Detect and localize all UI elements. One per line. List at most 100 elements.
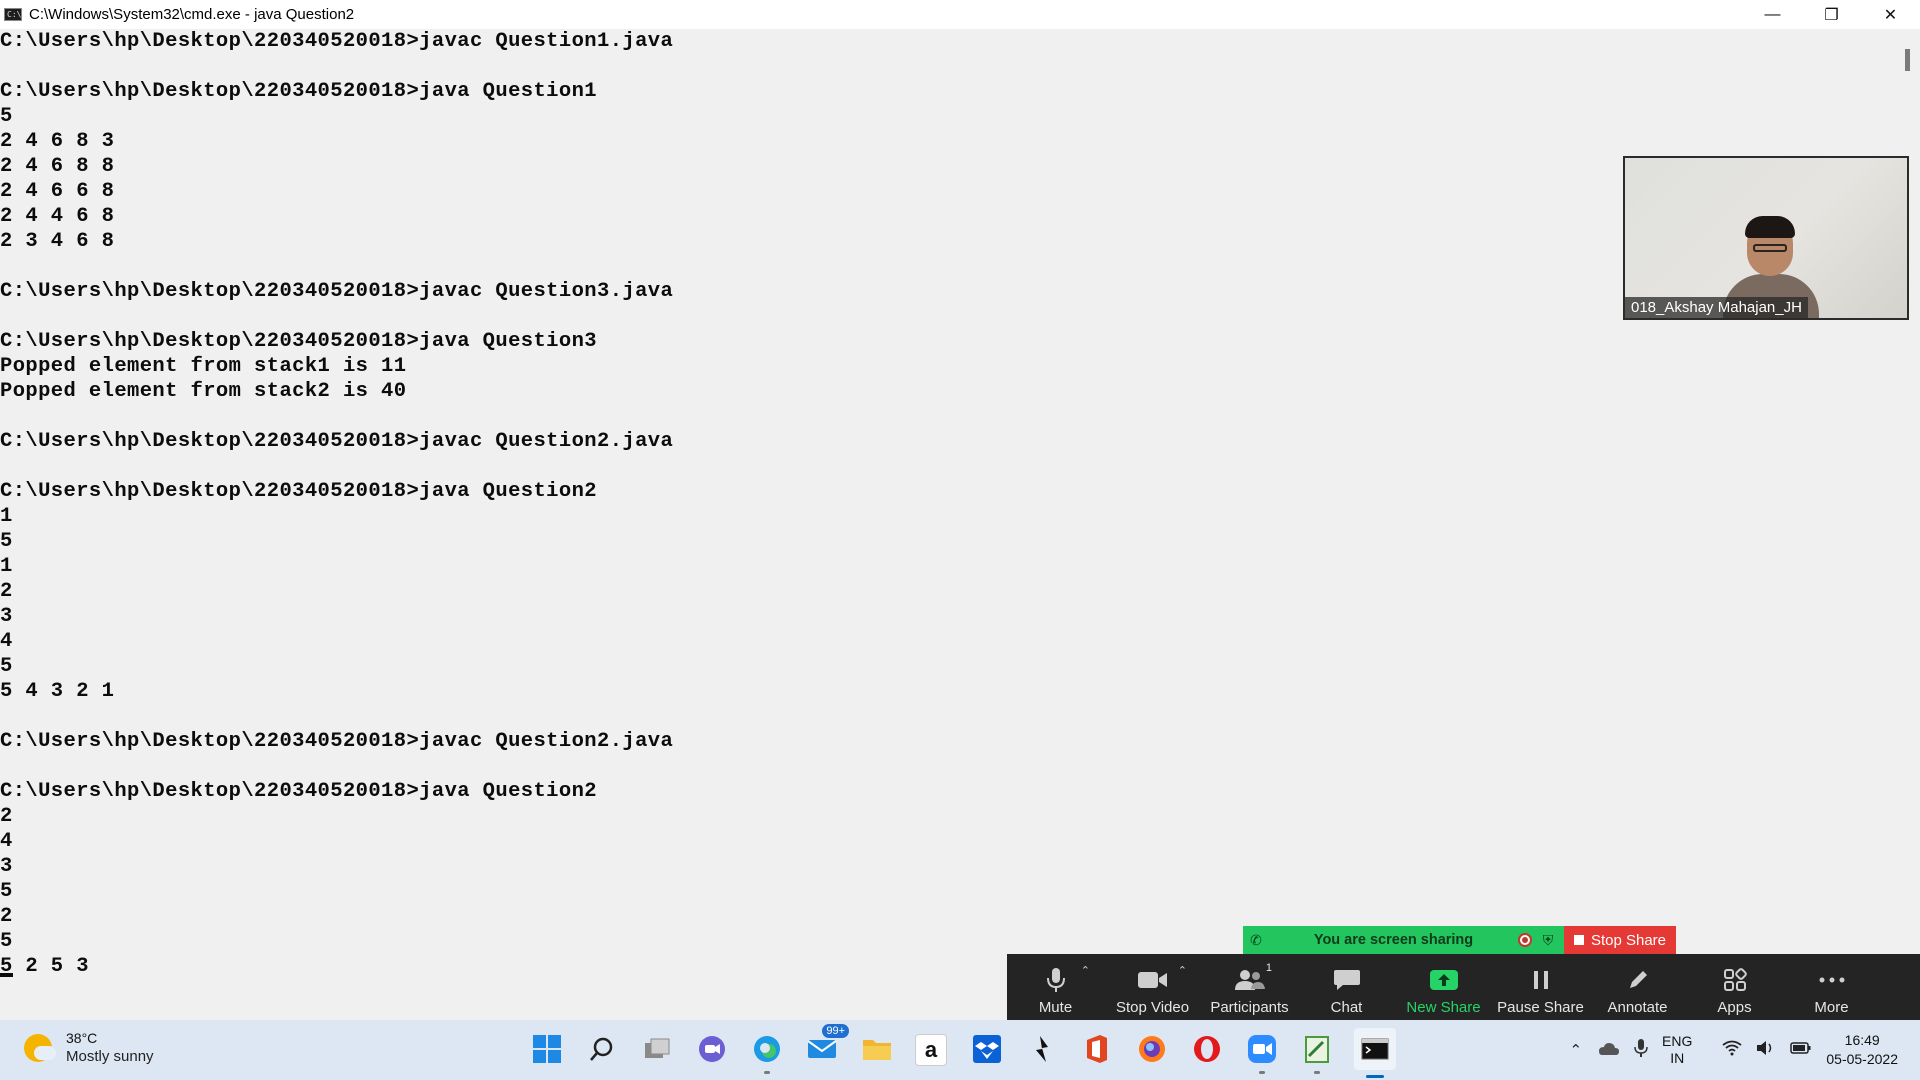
stop-share-label: Stop Share <box>1590 931 1667 949</box>
search-icon <box>590 1037 613 1061</box>
new-share-button[interactable]: New Share <box>1395 954 1492 1020</box>
console-line: 2 4 6 8 8 <box>0 155 115 178</box>
region-code: IN <box>1670 1050 1685 1066</box>
apps-icon <box>1723 965 1747 995</box>
dropbox-button[interactable] <box>970 1032 1004 1066</box>
system-tray: ⌃ ENG IN 16:49 05-05-2022 <box>1569 1020 1920 1080</box>
console-line: 5 <box>0 105 13 128</box>
apps-button[interactable]: Apps <box>1686 954 1783 1020</box>
language-code: ENG <box>1662 1033 1693 1049</box>
terminal-icon <box>1361 1038 1389 1060</box>
windows-logo-icon <box>533 1035 561 1063</box>
system-clock[interactable]: 16:49 05-05-2022 <box>1826 1031 1898 1069</box>
mail-button[interactable]: 99+ <box>805 1024 849 1066</box>
search-button[interactable] <box>585 1032 619 1066</box>
firefox-button[interactable] <box>1135 1032 1169 1066</box>
console-line: 2 4 6 8 3 <box>0 130 115 153</box>
teams-chat-icon <box>699 1036 725 1062</box>
participants-button[interactable]: 1 Participants <box>1201 954 1298 1020</box>
amazon-button[interactable]: a <box>915 1034 947 1066</box>
mail-unread-badge: 99+ <box>822 1024 849 1038</box>
minimize-button[interactable]: — <box>1743 0 1802 29</box>
file-explorer-button[interactable] <box>860 1032 894 1066</box>
chevron-up-icon[interactable]: ⌃ <box>1178 964 1187 977</box>
onedrive-cloud-icon[interactable] <box>1596 1040 1620 1060</box>
zoom-meeting-toolbar: ⌃ Mute ⌃ Stop Video 1 Participants Chat … <box>1007 954 1920 1020</box>
participant-video[interactable]: 018_Akshay Mahajan_JH <box>1623 156 1909 320</box>
start-button[interactable] <box>530 1032 564 1066</box>
console-line: 2 4 6 6 8 <box>0 180 115 203</box>
screen-sharing-text: You are screen sharing <box>1313 932 1474 948</box>
window-title: C:\Windows\System32\cmd.exe - java Quest… <box>29 6 355 23</box>
pause-share-button[interactable]: Pause Share <box>1492 954 1589 1020</box>
restore-icon: ❐ <box>1824 6 1839 24</box>
weather-widget[interactable]: 38°C Mostly sunny <box>24 1030 154 1065</box>
zoom-icon <box>1248 1035 1276 1063</box>
annotate-button[interactable]: Annotate <box>1589 954 1686 1020</box>
running-indicator <box>1259 1071 1265 1074</box>
screen-sharing-banner[interactable]: ✆ You are screen sharing ⛨ <box>1243 926 1564 954</box>
scrollbar-thumb[interactable] <box>1905 49 1910 71</box>
firefox-icon <box>1139 1036 1165 1062</box>
battery-icon[interactable] <box>1790 1041 1812 1059</box>
participant-name: 018_Akshay Mahajan_JH <box>1625 297 1808 318</box>
weather-sun-icon <box>24 1033 56 1062</box>
security-shield-icon[interactable]: ⛨ <box>1540 932 1556 948</box>
mute-button[interactable]: ⌃ Mute <box>1007 954 1104 1020</box>
microphone-icon[interactable] <box>1634 1038 1648 1062</box>
record-icon[interactable] <box>1518 933 1532 947</box>
chevron-up-icon[interactable]: ⌃ <box>1081 964 1090 977</box>
wifi-icon[interactable] <box>1722 1040 1742 1060</box>
console-line: C:\Users\hp\Desktop\220340520018>java Qu… <box>0 80 597 103</box>
close-button[interactable]: ✕ <box>1861 0 1920 29</box>
windows-taskbar: 38°C Mostly sunny 99+ a ⌃ ENG IN 16:49 0… <box>0 1020 1920 1080</box>
console-line: 5 <box>0 880 13 903</box>
weather-temperature: 38°C <box>66 1030 98 1046</box>
amazon-icon: a <box>924 1037 938 1062</box>
console-line: 3 <box>0 855 13 878</box>
console-line: 5 4 3 2 1 <box>0 680 115 703</box>
console-line: 3 <box>0 605 13 628</box>
office-button[interactable] <box>1080 1032 1114 1066</box>
active-indicator <box>1366 1075 1384 1078</box>
console-line: 2 4 4 6 8 <box>0 205 115 228</box>
mute-label: Mute <box>1038 999 1073 1016</box>
console-line: 4 <box>0 830 13 853</box>
participants-icon <box>1233 965 1267 995</box>
console-line: C:\Users\hp\Desktop\220340520018>java Qu… <box>0 480 597 503</box>
console-output[interactable]: C:\Users\hp\Desktop\220340520018>javac Q… <box>0 29 1900 1020</box>
close-icon: ✕ <box>1883 6 1898 24</box>
participants-count: 1 <box>1265 962 1272 974</box>
notepad-button[interactable] <box>1300 1032 1334 1074</box>
console-line: C:\Users\hp\Desktop\220340520018>javac Q… <box>0 30 674 53</box>
weather-description: Mostly sunny <box>66 1048 154 1065</box>
restore-button[interactable]: ❐ <box>1802 0 1861 29</box>
chat-button[interactable]: Chat <box>1298 954 1395 1020</box>
stop-video-button[interactable]: ⌃ Stop Video <box>1104 954 1201 1020</box>
cmd-app-icon: C:\ <box>4 8 22 21</box>
console-line: 1 <box>0 555 13 578</box>
teams-chat-button[interactable] <box>695 1032 729 1066</box>
chevron-up-icon[interactable]: ⌃ <box>1569 1041 1582 1059</box>
video-camera-icon <box>1137 965 1169 995</box>
console-line: 1 <box>0 505 13 528</box>
edge-browser-button[interactable] <box>750 1032 784 1074</box>
command-prompt-button[interactable] <box>1354 1028 1396 1078</box>
zoom-app-button[interactable] <box>1245 1032 1279 1074</box>
task-view-button[interactable] <box>640 1032 674 1066</box>
more-button[interactable]: More <box>1783 954 1880 1020</box>
opera-button[interactable] <box>1190 1032 1224 1066</box>
edge-icon <box>754 1036 780 1062</box>
task-view-icon <box>645 1038 670 1058</box>
clock-date: 05-05-2022 <box>1826 1051 1898 1067</box>
console-line: C:\Users\hp\Desktop\220340520018>javac Q… <box>0 730 674 753</box>
console-line: Popped element from stack1 is 11 <box>0 355 407 378</box>
input-language[interactable]: ENG IN <box>1662 1033 1692 1067</box>
app-lightning-button[interactable] <box>1025 1032 1059 1066</box>
lightning-icon <box>1036 1036 1048 1062</box>
volume-icon[interactable] <box>1756 1040 1776 1060</box>
stop-share-button[interactable]: Stop Share <box>1564 926 1676 954</box>
